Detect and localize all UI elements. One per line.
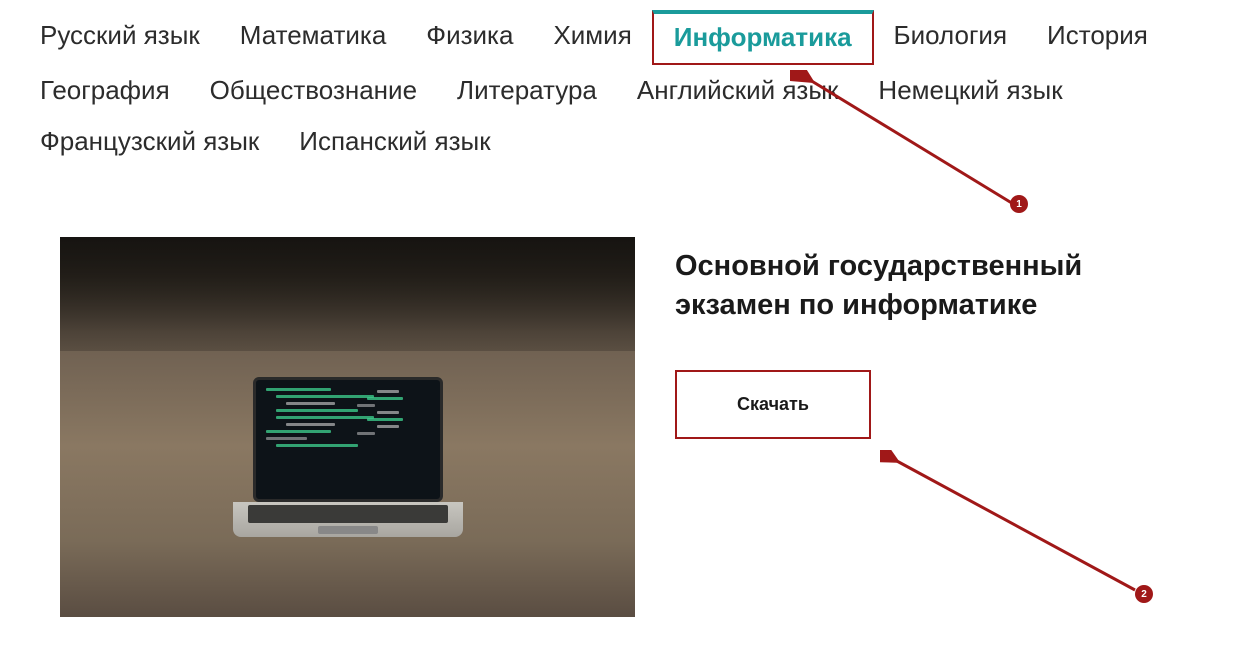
annotation-marker-2: 2 — [1135, 585, 1153, 603]
nav-spanish[interactable]: Испанский язык — [279, 116, 510, 167]
nav-chemistry[interactable]: Химия — [533, 10, 651, 65]
subject-nav: Русский язык Математика Физика Химия Инф… — [0, 0, 1256, 187]
download-button[interactable]: Скачать — [675, 370, 871, 439]
content-area: Основной государственный экзамен по инфо… — [0, 187, 1256, 657]
nav-history[interactable]: История — [1027, 10, 1168, 65]
annotation-marker-1: 1 — [1010, 195, 1028, 213]
nav-literature[interactable]: Литература — [437, 65, 617, 116]
nav-english[interactable]: Английский язык — [617, 65, 859, 116]
nav-russian[interactable]: Русский язык — [20, 10, 220, 65]
hero-image — [60, 237, 635, 617]
nav-physics[interactable]: Физика — [406, 10, 533, 65]
nav-french[interactable]: Французский язык — [20, 116, 279, 167]
nav-german[interactable]: Немецкий язык — [858, 65, 1082, 116]
nav-biology[interactable]: Биология — [874, 10, 1027, 65]
laptop-icon — [233, 377, 463, 537]
nav-informatics[interactable]: Информатика — [652, 10, 874, 65]
nav-geography[interactable]: География — [20, 65, 190, 116]
nav-social-studies[interactable]: Обществознание — [190, 65, 437, 116]
page-heading: Основной государственный экзамен по инфо… — [675, 247, 1196, 325]
nav-math[interactable]: Математика — [220, 10, 407, 65]
text-column: Основной государственный экзамен по инфо… — [675, 237, 1196, 617]
